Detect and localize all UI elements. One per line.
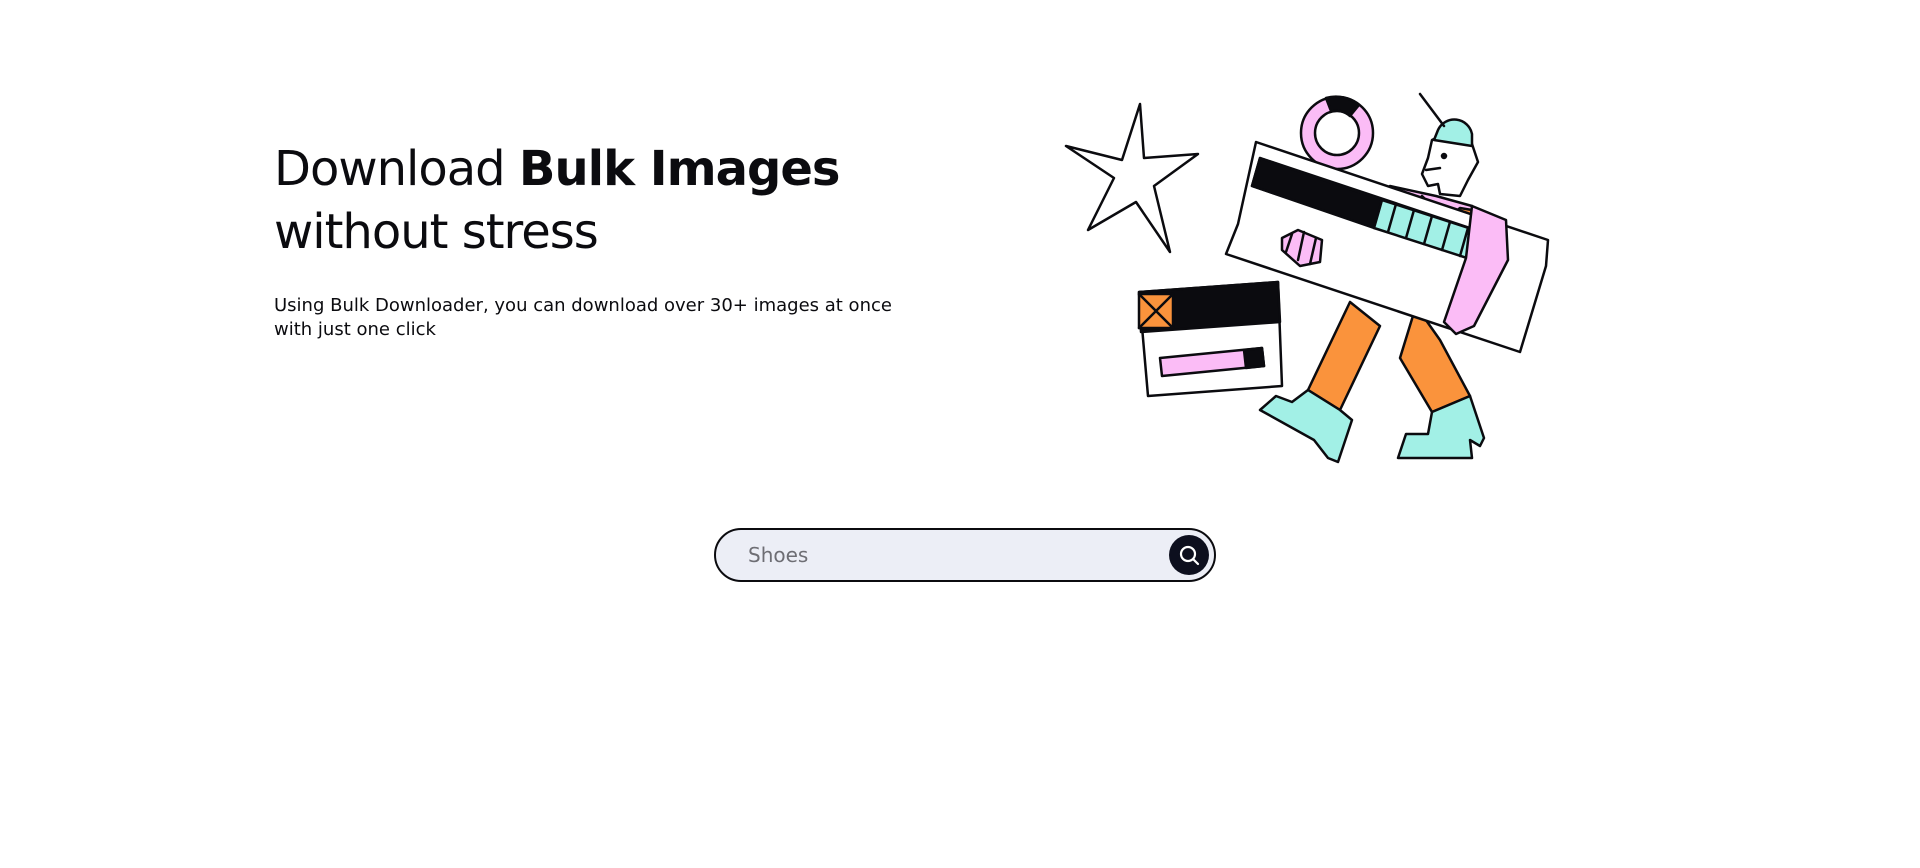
search-icon bbox=[1179, 545, 1200, 566]
hero-text: Download Bulk Images without stress Using… bbox=[274, 138, 934, 342]
search-button[interactable] bbox=[1169, 535, 1209, 575]
browser-window-shape bbox=[1137, 280, 1284, 398]
search-bar bbox=[714, 528, 1216, 582]
page: Download Bulk Images without stress Using… bbox=[0, 0, 1920, 868]
hero-description: Using Bulk Downloader, you can download … bbox=[274, 295, 892, 340]
star-shape bbox=[1064, 102, 1200, 254]
leg-left-shape bbox=[1306, 300, 1382, 412]
headline-line2: without stress bbox=[274, 204, 599, 260]
search-input[interactable] bbox=[716, 530, 1169, 580]
headline-regular: Download bbox=[274, 141, 519, 197]
hero-headline: Download Bulk Images without stress bbox=[274, 138, 934, 264]
download-illustration bbox=[1064, 92, 1550, 464]
headline-bold: Bulk Images bbox=[518, 141, 841, 197]
